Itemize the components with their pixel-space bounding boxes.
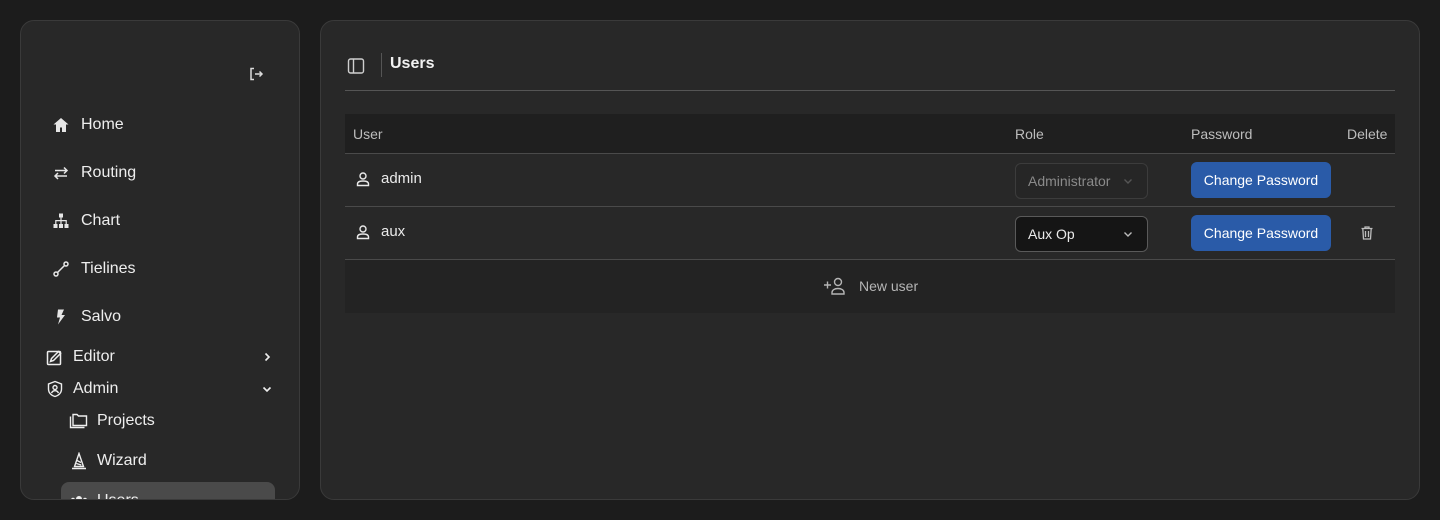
change-password-button[interactable]: Change Password — [1191, 215, 1331, 251]
sidebar-item-users[interactable]: Users — [61, 482, 275, 499]
chevron-right-icon — [257, 347, 277, 367]
role-select[interactable]: Aux Op — [1015, 216, 1148, 252]
header-divider — [381, 53, 382, 77]
table-row: aux Aux Op Change Password — [345, 207, 1395, 260]
column-header-user: User — [353, 126, 383, 142]
new-user-label: New user — [859, 278, 919, 294]
column-header-role: Role — [1015, 126, 1044, 142]
page-header: Users — [345, 51, 1395, 91]
sidebar-item-label: Chart — [81, 212, 121, 229]
users-icon — [69, 492, 89, 499]
logout-button[interactable] — [245, 63, 267, 85]
user-cell: aux — [355, 223, 405, 240]
home-icon — [51, 115, 71, 135]
username: admin — [381, 170, 422, 187]
role-select-disabled: Administrator — [1015, 163, 1148, 199]
tieline-icon — [51, 259, 71, 279]
username: aux — [381, 223, 406, 240]
sidebar-group-editor[interactable]: Editor — [45, 343, 277, 371]
logout-icon — [248, 66, 264, 82]
sidebar-item-label: Users — [97, 492, 139, 499]
sidebar-group-admin[interactable]: Admin — [45, 375, 277, 403]
wizard-icon — [69, 451, 89, 471]
sidebar-item-home[interactable]: Home — [51, 109, 124, 141]
sidebar-item-label: Routing — [81, 164, 137, 181]
sidebar-item-projects[interactable]: Projects — [69, 406, 155, 436]
edit-square-icon — [45, 347, 65, 367]
sidebar-item-routing[interactable]: Routing — [51, 157, 136, 189]
add-user-icon — [823, 276, 847, 296]
users-table: User Role Password Delete admin Administ… — [345, 114, 1395, 313]
sidebar-item-label: Wizard — [97, 452, 147, 469]
sidebar-item-salvo[interactable]: Salvo — [51, 301, 121, 333]
sidebar-item-chart[interactable]: Chart — [51, 205, 120, 237]
new-user-button[interactable]: New user — [345, 260, 1395, 313]
role-value: Administrator — [1028, 173, 1111, 189]
sidebar: Home Routing Chart Tielines Salvo Editor… — [20, 20, 300, 500]
role-value: Aux Op — [1028, 226, 1075, 242]
main-panel: Users User Role Password Delete admin Ad… — [320, 20, 1420, 500]
shield-user-icon — [45, 379, 65, 399]
user-icon — [355, 224, 371, 240]
routing-arrows-icon — [51, 163, 71, 183]
table-header: User Role Password Delete — [345, 114, 1395, 154]
chevron-down-icon — [1121, 227, 1135, 241]
sidebar-group-label: Editor — [73, 348, 115, 365]
sidebar-item-label: Home — [81, 116, 124, 133]
lightning-icon — [51, 307, 71, 327]
trash-icon — [1360, 225, 1374, 241]
user-cell: admin — [355, 170, 422, 187]
user-icon — [355, 171, 371, 187]
folders-icon — [69, 411, 89, 431]
chevron-down-icon — [1121, 174, 1135, 188]
table-row: admin Administrator Change Password — [345, 154, 1395, 207]
sidebar-item-label: Salvo — [81, 308, 122, 325]
page-title: Users — [390, 55, 435, 72]
chevron-down-icon — [257, 379, 277, 399]
column-header-delete: Delete — [1347, 126, 1388, 142]
column-header-password: Password — [1191, 126, 1253, 142]
sidebar-item-label: Projects — [97, 412, 155, 429]
sidebar-group-label: Admin — [73, 380, 119, 397]
sidebar-item-wizard[interactable]: Wizard — [69, 446, 147, 476]
sidebar-toggle-button[interactable] — [345, 55, 367, 77]
delete-user-button[interactable] — [1359, 224, 1375, 242]
new-user-content: New user — [823, 276, 918, 296]
hierarchy-chart-icon — [51, 211, 71, 231]
sidebar-toggle-icon — [347, 57, 365, 75]
sidebar-item-label: Tielines — [81, 260, 136, 277]
change-password-button[interactable]: Change Password — [1191, 162, 1331, 198]
sidebar-item-tielines[interactable]: Tielines — [51, 253, 136, 285]
